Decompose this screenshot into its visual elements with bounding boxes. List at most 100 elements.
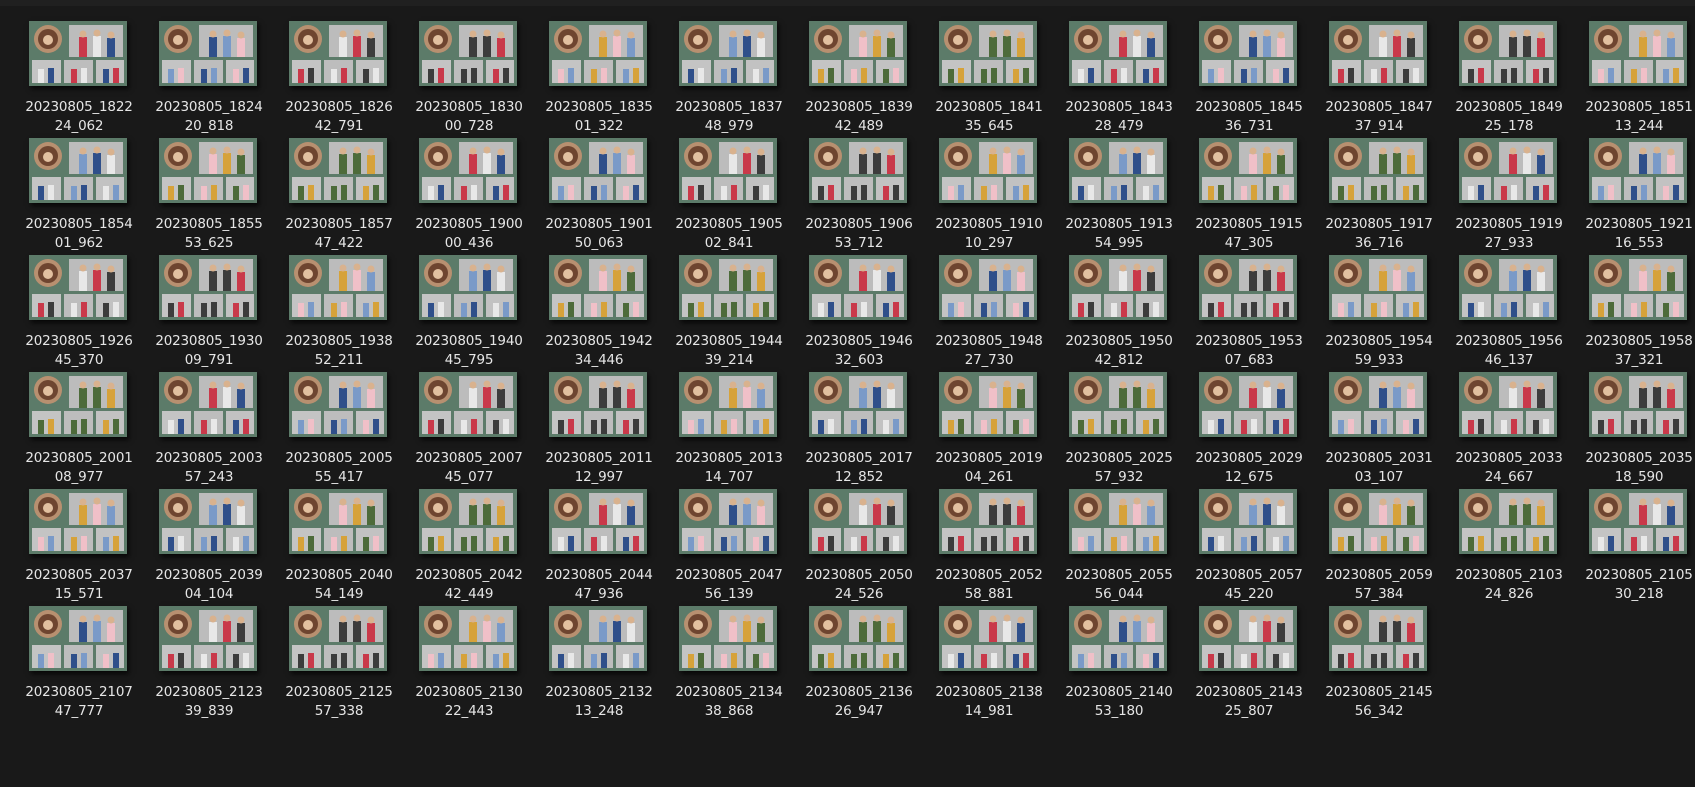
photo-thumbnail-icon	[159, 21, 257, 86]
file-item[interactable]: 20230805_2042 42_449	[405, 480, 533, 602]
file-name-line1: 20230805_2007	[415, 450, 523, 466]
file-item[interactable]: 20230805_1824 20_818	[145, 12, 273, 134]
file-item[interactable]: 20230805_2134 38_868	[665, 597, 793, 719]
file-item[interactable]: 20230805_1950 42_812	[1055, 246, 1183, 368]
file-item[interactable]: 20230805_2007 45_077	[405, 363, 533, 485]
file-name-line1: 20230805_2055	[1065, 567, 1173, 583]
file-item[interactable]: 20230805_2103 24_826	[1445, 480, 1573, 602]
file-item[interactable]: 20230805_2037 15_571	[15, 480, 143, 602]
file-item[interactable]: 20230805_2017 12_852	[795, 363, 923, 485]
file-item[interactable]: 20230805_1843 28_479	[1055, 12, 1183, 134]
photo-thumbnail-icon	[1329, 489, 1427, 554]
file-item[interactable]: 20230805_1938 52_211	[275, 246, 403, 368]
file-item[interactable]: 20230805_1854 01_962	[15, 129, 143, 251]
file-item[interactable]: 20230805_2003 57_243	[145, 363, 273, 485]
file-item[interactable]: 20230805_1915 47_305	[1185, 129, 1313, 251]
file-item[interactable]: 20230805_1919 27_933	[1445, 129, 1573, 251]
file-item[interactable]: 20230805_1900 00_436	[405, 129, 533, 251]
file-item[interactable]: 20230805_1913 54_995	[1055, 129, 1183, 251]
file-item[interactable]: 20230805_2105 30_218	[1575, 480, 1695, 602]
file-item[interactable]: 20230805_1822 24_062	[15, 12, 143, 134]
file-item[interactable]: 20230805_1905 02_841	[665, 129, 793, 251]
file-item[interactable]: 20230805_1835 01_322	[535, 12, 663, 134]
file-item[interactable]: 20230805_1849 25_178	[1445, 12, 1573, 134]
file-name-line1: 20230805_2025	[1065, 450, 1173, 466]
file-name-label: 20230805_2138 14_981	[925, 683, 1053, 721]
file-item[interactable]: 20230805_1906 53_712	[795, 129, 923, 251]
file-item[interactable]: 20230805_2025 57_932	[1055, 363, 1183, 485]
file-item[interactable]: 20230805_2059 57_384	[1315, 480, 1443, 602]
file-item[interactable]: 20230805_1954 59_933	[1315, 246, 1443, 368]
file-item[interactable]: 20230805_2140 53_180	[1055, 597, 1183, 719]
file-item[interactable]: 20230805_2019 04_261	[925, 363, 1053, 485]
file-name-line1: 20230805_1824	[155, 99, 263, 115]
file-item[interactable]: 20230805_1956 46_137	[1445, 246, 1573, 368]
file-item[interactable]: 20230805_2055 56_044	[1055, 480, 1183, 602]
file-item[interactable]: 20230805_2125 57_338	[275, 597, 403, 719]
file-item[interactable]: 20230805_2136 26_947	[795, 597, 923, 719]
file-item[interactable]: 20230805_1930 09_791	[145, 246, 273, 368]
file-item[interactable]: 20230805_1910 10_297	[925, 129, 1053, 251]
file-name-line1: 20230805_2130	[415, 684, 523, 700]
file-item[interactable]: 20230805_2029 12_675	[1185, 363, 1313, 485]
file-name-line1: 20230805_1953	[1195, 333, 1303, 349]
photo-thumbnail-icon	[679, 372, 777, 437]
file-item[interactable]: 20230805_1845 36_731	[1185, 12, 1313, 134]
file-item[interactable]: 20230805_2047 56_139	[665, 480, 793, 602]
file-item[interactable]: 20230805_2052 58_881	[925, 480, 1053, 602]
file-item[interactable]: 20230805_2039 04_104	[145, 480, 273, 602]
photo-thumbnail-icon	[939, 138, 1037, 203]
file-item[interactable]: 20230805_1851 13_244	[1575, 12, 1695, 134]
file-item[interactable]: 20230805_2040 54_149	[275, 480, 403, 602]
photo-thumbnail-icon	[1069, 138, 1167, 203]
photo-thumbnail-icon	[419, 372, 517, 437]
file-name-line1: 20230805_1942	[545, 333, 653, 349]
file-item[interactable]: 20230805_1841 35_645	[925, 12, 1053, 134]
file-item[interactable]: 20230805_2044 47_936	[535, 480, 663, 602]
file-item[interactable]: 20230805_1926 45_370	[15, 246, 143, 368]
file-item[interactable]: 20230805_1953 07_683	[1185, 246, 1313, 368]
file-name-line1: 20230805_2040	[285, 567, 393, 583]
file-item[interactable]: 20230805_1839 42_489	[795, 12, 923, 134]
file-item[interactable]: 20230805_1847 37_914	[1315, 12, 1443, 134]
file-item[interactable]: 20230805_1946 32_603	[795, 246, 923, 368]
file-item[interactable]: 20230805_1837 48_979	[665, 12, 793, 134]
file-item[interactable]: 20230805_2145 56_342	[1315, 597, 1443, 719]
file-item[interactable]: 20230805_1940 45_795	[405, 246, 533, 368]
file-item[interactable]: 20230805_2031 03_107	[1315, 363, 1443, 485]
file-name-line1: 20230805_2039	[155, 567, 263, 583]
file-item[interactable]: 20230805_2013 14_707	[665, 363, 793, 485]
file-item[interactable]: 20230805_1944 39_214	[665, 246, 793, 368]
file-name-line1: 20230805_2132	[545, 684, 653, 700]
file-item[interactable]: 20230805_2050 24_526	[795, 480, 923, 602]
file-item[interactable]: 20230805_2011 12_997	[535, 363, 663, 485]
file-name-line1: 20230805_1948	[935, 333, 1043, 349]
file-item[interactable]: 20230805_2123 39_839	[145, 597, 273, 719]
file-item[interactable]: 20230805_2138 14_981	[925, 597, 1053, 719]
file-item[interactable]: 20230805_1917 36_716	[1315, 129, 1443, 251]
file-item[interactable]: 20230805_1857 47_422	[275, 129, 403, 251]
file-item[interactable]: 20230805_2057 45_220	[1185, 480, 1313, 602]
file-item[interactable]: 20230805_1958 37_321	[1575, 246, 1695, 368]
file-item[interactable]: 20230805_2107 47_777	[15, 597, 143, 719]
file-name-line1: 20230805_1843	[1065, 99, 1173, 115]
file-item[interactable]: 20230805_1830 00_728	[405, 12, 533, 134]
photo-thumbnail-icon	[549, 255, 647, 320]
photo-thumbnail-icon	[159, 255, 257, 320]
file-item[interactable]: 20230805_2005 55_417	[275, 363, 403, 485]
file-item[interactable]: 20230805_1855 53_625	[145, 129, 273, 251]
file-item[interactable]: 20230805_1921 16_553	[1575, 129, 1695, 251]
file-item[interactable]: 20230805_2001 08_977	[15, 363, 143, 485]
file-item[interactable]: 20230805_2143 25_807	[1185, 597, 1313, 719]
file-item[interactable]: 20230805_2132 13_248	[535, 597, 663, 719]
file-item[interactable]: 20230805_1948 27_730	[925, 246, 1053, 368]
file-item[interactable]: 20230805_1942 34_446	[535, 246, 663, 368]
file-item[interactable]: 20230805_1826 42_791	[275, 12, 403, 134]
file-name-line2: 26_947	[834, 703, 884, 719]
photo-thumbnail-icon	[1459, 21, 1557, 86]
file-item[interactable]: 20230805_1901 50_063	[535, 129, 663, 251]
file-item[interactable]: 20230805_2035 18_590	[1575, 363, 1695, 485]
file-item[interactable]: 20230805_2033 24_667	[1445, 363, 1573, 485]
file-name-line1: 20230805_2013	[675, 450, 783, 466]
file-item[interactable]: 20230805_2130 22_443	[405, 597, 533, 719]
